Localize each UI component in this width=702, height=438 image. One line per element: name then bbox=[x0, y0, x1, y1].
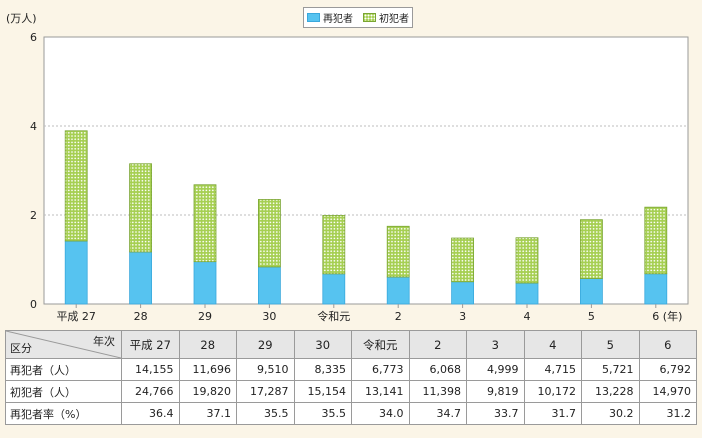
table-cell: 8,335 bbox=[293, 358, 352, 381]
table-cell: 30.2 bbox=[581, 402, 640, 425]
corner-label-category: 区分 bbox=[10, 342, 32, 355]
table-cell: 6,792 bbox=[638, 358, 697, 381]
x-axis-suffix: (年) bbox=[663, 309, 683, 323]
x-tick-label: 30 bbox=[262, 310, 276, 323]
table-cell: 9,819 bbox=[466, 380, 525, 403]
table-header-cell: 5 bbox=[581, 330, 640, 359]
table-cell: 31.7 bbox=[523, 402, 582, 425]
table-cell: 34.7 bbox=[408, 402, 467, 425]
table-header-cell: 29 bbox=[236, 330, 295, 359]
table-row-reoffender-rate: 再犯者率（%） 36.4 37.1 35.5 35.5 34.0 34.7 33… bbox=[5, 402, 697, 425]
table-cell: 17,287 bbox=[236, 380, 295, 403]
table-cell: 9,510 bbox=[236, 358, 295, 381]
table-corner-cell: 年次 区分 bbox=[5, 330, 122, 359]
legend-label-first-offender: 初犯者 bbox=[379, 14, 409, 25]
y-unit-label: (万人) bbox=[6, 12, 37, 25]
y-tick-label: 2 bbox=[30, 209, 37, 222]
legend-item-first-offender: 初犯者 bbox=[363, 10, 409, 25]
x-tick-label: 3 bbox=[459, 310, 466, 323]
table-header-cell: 令和元 bbox=[351, 330, 410, 359]
data-table: 年次 区分 平成 27 28 29 30 令和元 2 3 4 5 6 再犯者（人… bbox=[5, 330, 697, 425]
legend-label-reoffender: 再犯者 bbox=[323, 14, 353, 25]
table-row-reoffenders: 再犯者（人） 14,155 11,696 9,510 8,335 6,773 6… bbox=[5, 358, 697, 381]
legend: 再犯者 初犯者 bbox=[303, 7, 413, 28]
table-cell: 37.1 bbox=[178, 402, 237, 425]
table-header-cell: 2 bbox=[408, 330, 467, 359]
bar-first-offender bbox=[515, 237, 539, 284]
x-tick-label: 5 bbox=[588, 310, 595, 323]
bar-chart: 0 2 4 6 平成 27 28 29 30 令和元 2 3 4 5 6 (年) (万人) bbox=[6, 12, 689, 323]
legend-swatch-reoffender bbox=[307, 13, 320, 22]
table-header-cell: 6 bbox=[638, 330, 697, 359]
table-cell: 5,721 bbox=[581, 358, 640, 381]
table-cell: 14,970 bbox=[638, 380, 697, 403]
bar-first-offender bbox=[257, 199, 281, 268]
table-cell: 31.2 bbox=[638, 402, 697, 425]
bar-first-offender bbox=[580, 219, 603, 279]
bar-first-offender bbox=[322, 214, 346, 275]
table-cell: 24,766 bbox=[121, 380, 180, 403]
bar-first-offender bbox=[386, 225, 410, 278]
table-header-cell: 28 bbox=[178, 330, 237, 359]
bar-reoffender bbox=[451, 281, 475, 305]
legend-item-reoffender: 再犯者 bbox=[307, 10, 353, 25]
x-tick-label: 令和元 bbox=[317, 309, 350, 323]
corner-label-year: 年次 bbox=[93, 335, 115, 348]
bar-first-offender bbox=[64, 130, 88, 242]
bar-reoffender bbox=[644, 273, 668, 305]
bar-reoffender bbox=[580, 278, 603, 305]
bar-first-offender bbox=[451, 237, 475, 283]
table-cell: 6,068 bbox=[408, 358, 467, 381]
y-tick-label: 0 bbox=[30, 298, 37, 311]
bar-first-offender bbox=[129, 163, 153, 253]
table-cell: 11,398 bbox=[408, 380, 467, 403]
row-label: 再犯者（人） bbox=[5, 358, 122, 381]
table-header-cell: 4 bbox=[523, 330, 582, 359]
x-tick-label: 29 bbox=[198, 310, 212, 323]
y-tick-label: 4 bbox=[30, 120, 37, 133]
row-label: 初犯者（人） bbox=[5, 380, 122, 403]
bar-reoffender bbox=[193, 261, 217, 305]
table-cell: 13,228 bbox=[581, 380, 640, 403]
table-header-cell: 30 bbox=[293, 330, 352, 359]
bar-first-offender bbox=[193, 184, 217, 263]
table-cell: 35.5 bbox=[293, 402, 352, 425]
x-tick-label: 28 bbox=[134, 310, 148, 323]
x-tick-label: 2 bbox=[395, 310, 402, 323]
table-cell: 4,715 bbox=[523, 358, 582, 381]
table-cell: 11,696 bbox=[178, 358, 237, 381]
bar-first-offender bbox=[644, 206, 668, 275]
x-tick-label: 4 bbox=[524, 310, 531, 323]
table-cell: 10,172 bbox=[523, 380, 582, 403]
table-cell: 15,154 bbox=[293, 380, 352, 403]
table-cell: 35.5 bbox=[236, 402, 295, 425]
table-cell: 4,999 bbox=[466, 358, 525, 381]
bar-reoffender bbox=[386, 276, 410, 305]
table-cell: 34.0 bbox=[351, 402, 410, 425]
table-header-row: 年次 区分 平成 27 28 29 30 令和元 2 3 4 5 6 bbox=[5, 330, 697, 359]
table-header-cell: 平成 27 bbox=[121, 330, 180, 359]
bar-reoffender bbox=[515, 282, 539, 305]
y-tick-label: 6 bbox=[30, 31, 37, 44]
bar-reoffender bbox=[322, 273, 346, 305]
table-header-cell: 3 bbox=[466, 330, 525, 359]
x-tick-label: 平成 27 bbox=[56, 310, 96, 323]
table-row-first-offenders: 初犯者（人） 24,766 19,820 17,287 15,154 13,14… bbox=[5, 380, 697, 403]
table-cell: 33.7 bbox=[466, 402, 525, 425]
x-tick-label: 6 bbox=[652, 310, 659, 323]
table-cell: 13,141 bbox=[351, 380, 410, 403]
bar-reoffender bbox=[129, 251, 153, 305]
table-cell: 14,155 bbox=[121, 358, 180, 381]
table-cell: 36.4 bbox=[121, 402, 180, 425]
bar-reoffender bbox=[64, 240, 88, 305]
legend-swatch-first-offender bbox=[363, 13, 376, 22]
table-cell: 6,773 bbox=[351, 358, 410, 381]
bar-reoffender bbox=[257, 266, 281, 305]
row-label: 再犯者率（%） bbox=[5, 402, 122, 425]
table-cell: 19,820 bbox=[178, 380, 237, 403]
